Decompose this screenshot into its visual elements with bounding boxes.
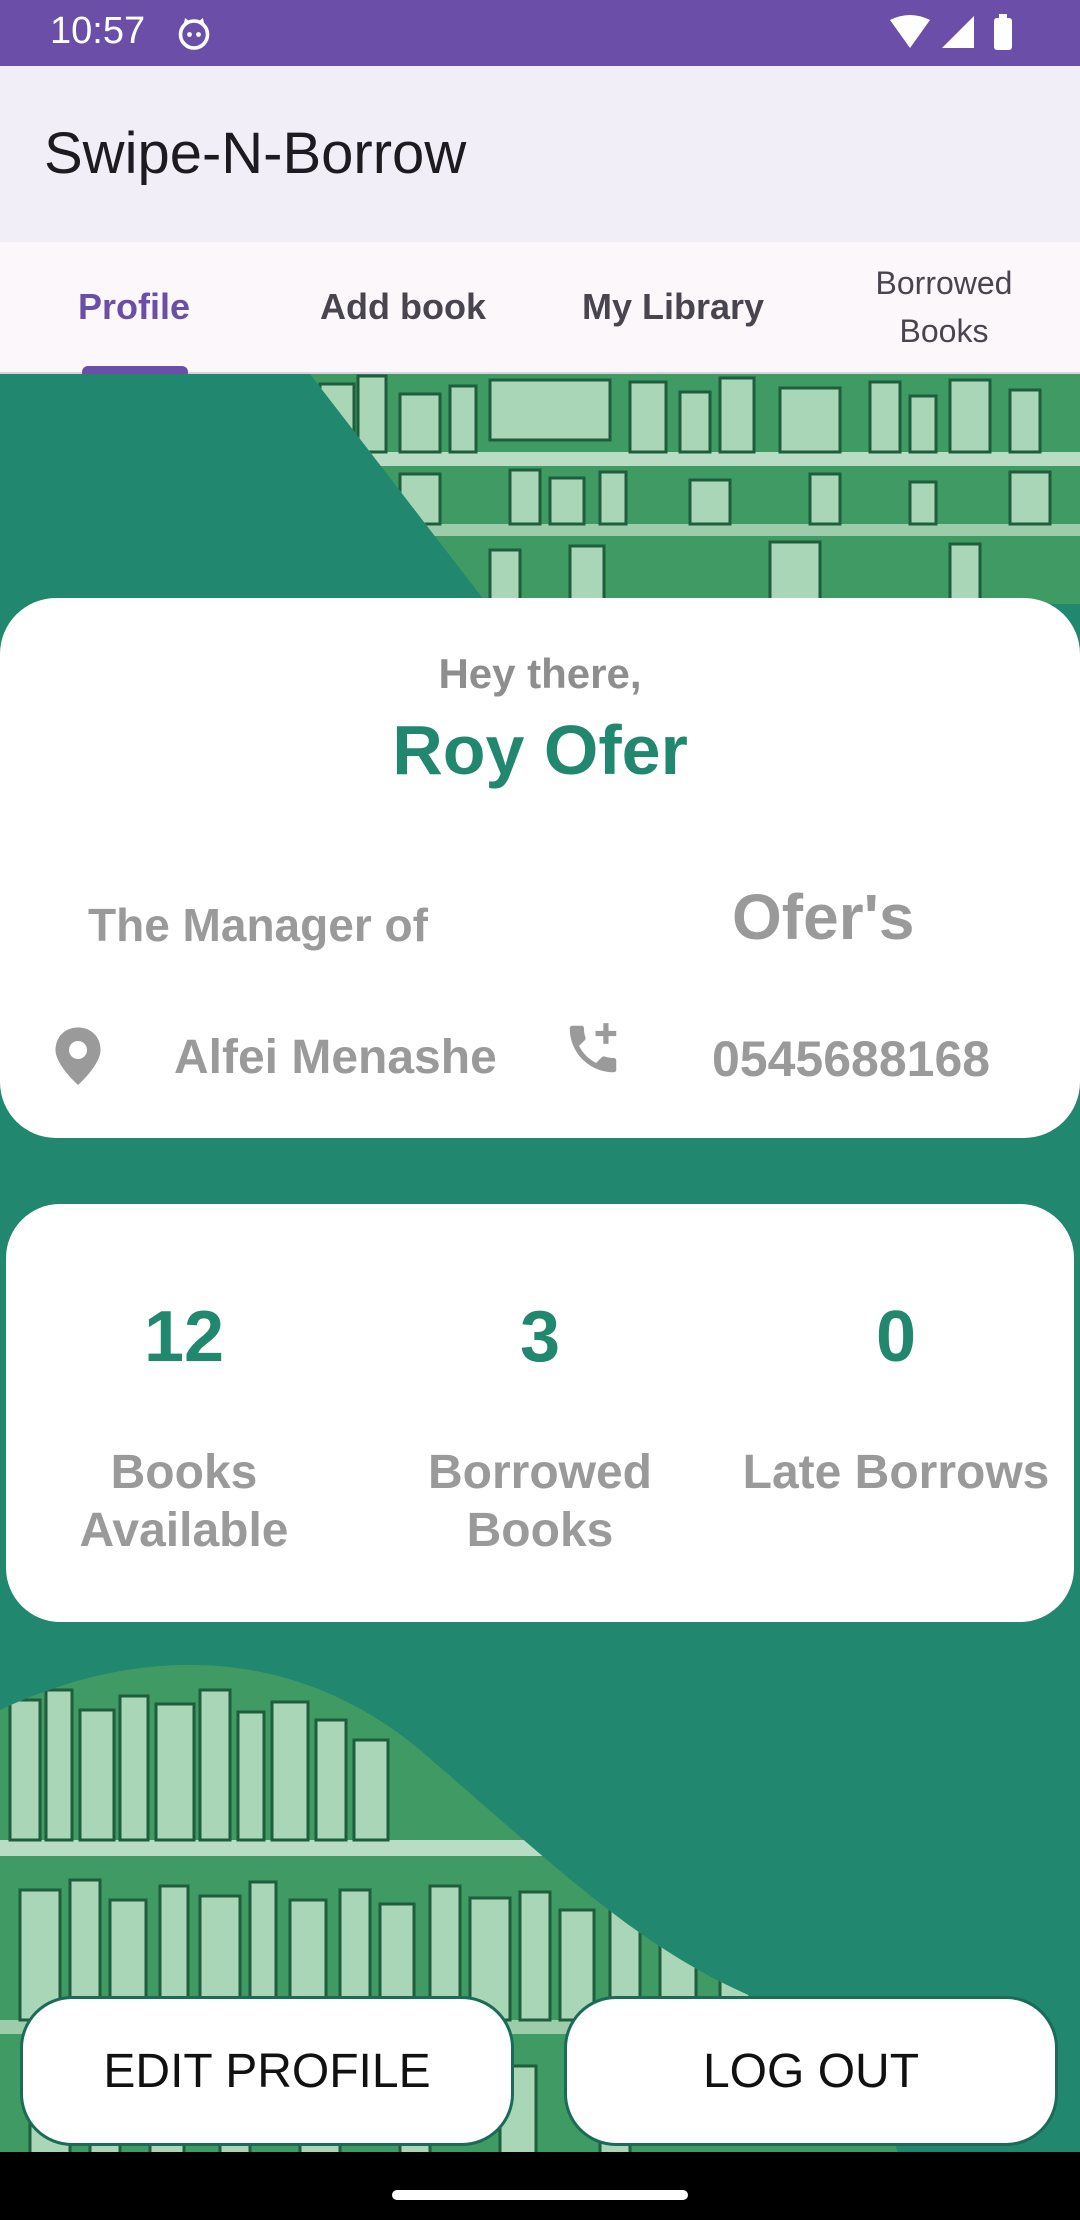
battery-icon <box>994 18 1012 50</box>
signal-icon <box>942 16 974 48</box>
library-name: Ofer's <box>732 881 915 953</box>
active-tab-indicator <box>82 366 188 374</box>
location-text: Alfei Menashe <box>174 1031 497 1084</box>
phone-number: 0545688168 <box>712 1031 991 1087</box>
role-label: The Manager of <box>88 899 428 951</box>
user-name: Roy Ofer <box>392 711 688 789</box>
bookshelf-illustration-top <box>310 374 1080 604</box>
tab-profile[interactable]: Profile <box>0 242 268 372</box>
wifi-icon <box>890 15 930 48</box>
profile-card: Hey there, Roy Ofer The Manager of Ofer'… <box>0 598 1080 1138</box>
app-bar: Swipe-N-Borrow <box>0 66 1080 242</box>
log-out-button[interactable]: LOG OUT <box>564 1996 1058 2146</box>
status-bar: 10:57 <box>0 0 1080 66</box>
stat-label: Late Borrows <box>742 1446 1050 1499</box>
stat-value: 12 <box>143 1297 225 1377</box>
tab-bar: Profile Add book My Library Borrowed Boo… <box>0 242 1080 374</box>
system-status-icons <box>890 14 1012 50</box>
add-call-icon <box>569 1023 617 1073</box>
app-title: Swipe-N-Borrow <box>44 121 467 186</box>
edit-profile-button[interactable]: EDIT PROFILE <box>20 1996 514 2146</box>
location-pin-icon <box>55 1027 101 1085</box>
stat-label: Borrowed Books <box>427 1446 652 1557</box>
home-gesture-handle[interactable] <box>392 2190 688 2200</box>
notification-cat-icon <box>178 18 210 50</box>
greeting-text: Hey there, <box>438 650 642 697</box>
tab-add-book[interactable]: Add book <box>268 242 538 372</box>
status-time: 10:57 <box>50 10 146 52</box>
tab-borrowed-books[interactable]: Borrowed Books <box>808 242 1080 372</box>
tab-my-library[interactable]: My Library <box>538 242 808 372</box>
system-navigation-bar <box>0 2152 1080 2220</box>
stats-card: 12 Books Available 3 Borrowed Books 0 La… <box>6 1204 1074 1622</box>
stat-value: 0 <box>875 1297 917 1377</box>
stat-value: 3 <box>519 1297 561 1377</box>
stat-label: Books Available <box>79 1446 289 1557</box>
